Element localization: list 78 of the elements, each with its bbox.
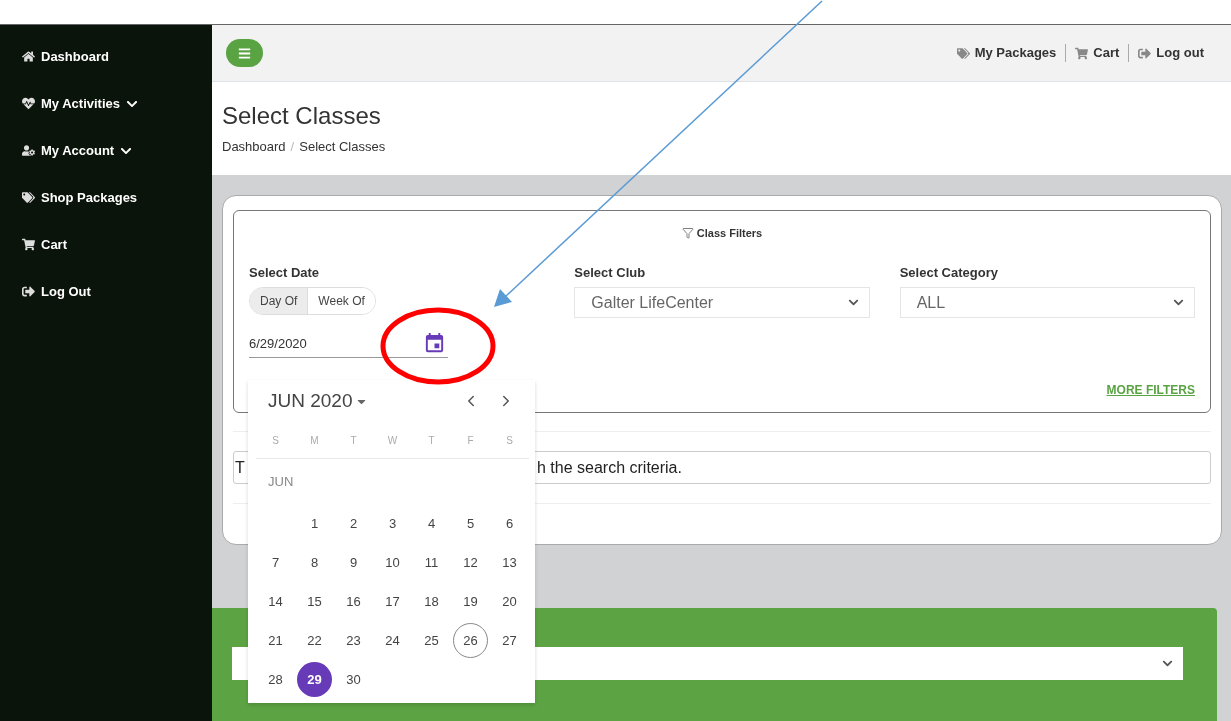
sidebar-item[interactable]: Dashboard: [0, 33, 212, 80]
calendar-day[interactable]: 6: [492, 506, 527, 541]
calendar-icon[interactable]: [423, 332, 446, 355]
cart-icon: [1075, 46, 1089, 60]
calendar-day[interactable]: 4: [414, 506, 449, 541]
house-icon: [22, 50, 35, 63]
calendar-day[interactable]: 11: [414, 545, 449, 580]
logout-icon: [22, 285, 35, 298]
month-label: JUN: [267, 473, 295, 491]
calendar-day[interactable]: 18: [414, 584, 449, 619]
chevron-down-icon: [1173, 297, 1184, 308]
sidebar-item[interactable]: Shop Packages: [0, 174, 212, 221]
date-mode-option[interactable]: Day Of: [250, 288, 308, 314]
weekday-label: T: [334, 422, 373, 459]
calendar-day[interactable]: 16: [336, 584, 371, 619]
calendar-day[interactable]: 25: [414, 623, 449, 658]
sidebar-item[interactable]: My Account: [0, 127, 212, 174]
message-text: h the search criteria.: [537, 458, 682, 477]
month-selector[interactable]: JUN 2020: [268, 390, 368, 412]
calendar-day[interactable]: 1: [297, 506, 332, 541]
calendar-day[interactable]: 24: [375, 623, 410, 658]
calendar-day[interactable]: 3: [375, 506, 410, 541]
field-label: Select Club: [574, 265, 647, 280]
header-link[interactable]: Log out: [1128, 44, 1213, 62]
calendar-day[interactable]: 17: [375, 584, 410, 619]
sidebar-item[interactable]: Log Out: [0, 268, 212, 315]
tag-icon: [956, 46, 970, 60]
calendar-day[interactable]: 8: [297, 545, 332, 580]
calendar-day[interactable]: 12: [453, 545, 488, 580]
cart-icon: [22, 238, 35, 251]
field-label: Select Category: [899, 265, 999, 280]
calendar-day[interactable]: 5: [453, 506, 488, 541]
weekday-label: T: [412, 422, 451, 459]
calendar-day[interactable]: 23: [336, 623, 371, 658]
logout-icon: [1138, 46, 1152, 60]
menu-button[interactable]: [226, 39, 263, 67]
tag-icon: [22, 191, 35, 204]
heartbeat-icon: [22, 97, 35, 110]
date-input[interactable]: 6/29/2020: [249, 332, 448, 358]
filter-icon: [681, 227, 694, 239]
page-title: Select Classes: [222, 102, 382, 130]
category-select[interactable]: ALL: [899, 287, 1195, 318]
calendar-day[interactable]: 29: [297, 662, 332, 697]
header-link[interactable]: My Packages: [947, 44, 1066, 62]
sidebar-item[interactable]: My Activities: [0, 80, 212, 127]
message-text: T: [234, 458, 246, 477]
chevron-down-icon: [1162, 658, 1173, 669]
calendar-day[interactable]: 19: [453, 584, 488, 619]
weekday-label: S: [256, 422, 295, 459]
filters-heading: Class Filters: [696, 227, 763, 239]
calendar-day[interactable]: 7: [258, 545, 293, 580]
calendar-day[interactable]: 28: [258, 662, 293, 697]
date-mode-option[interactable]: Week Of: [307, 288, 375, 314]
calendar-day[interactable]: 15: [297, 584, 332, 619]
weekday-label: S: [490, 422, 529, 459]
user-icon: [22, 144, 35, 157]
header-link[interactable]: Cart: [1065, 44, 1129, 62]
breadcrumb-link[interactable]: Select Classes: [299, 139, 386, 154]
weekday-label: F: [451, 422, 490, 459]
weekday-label: M: [295, 422, 334, 459]
weekday-label: W: [373, 422, 412, 459]
calendar-day[interactable]: 2: [336, 506, 371, 541]
calendar-day[interactable]: 20: [492, 584, 527, 619]
calendar-day[interactable]: 22: [297, 623, 332, 658]
breadcrumb-separator: /: [290, 139, 295, 154]
field-label: Select Date: [249, 265, 321, 280]
breadcrumb-link[interactable]: Dashboard: [222, 139, 286, 154]
calendar-day[interactable]: 27: [492, 623, 527, 658]
chevron-down-icon: [847, 297, 859, 308]
calendar-day[interactable]: 9: [336, 545, 371, 580]
calendar-day[interactable]: 30: [336, 662, 371, 697]
calendar-day[interactable]: 14: [258, 584, 293, 619]
calendar-day[interactable]: 10: [375, 545, 410, 580]
club-select[interactable]: Galter LifeCenter: [574, 287, 870, 318]
sidebar-item[interactable]: Cart: [0, 221, 212, 268]
menu-icon: [238, 46, 251, 60]
calendar-day[interactable]: 13: [492, 545, 527, 580]
calendar-day[interactable]: 21: [258, 623, 293, 658]
